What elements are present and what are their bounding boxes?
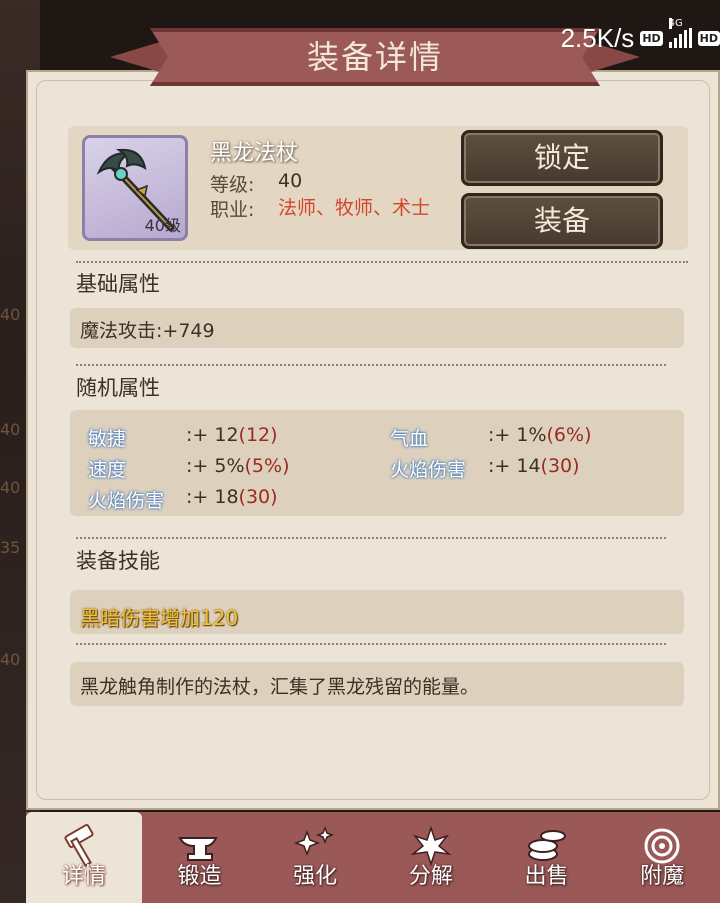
tab-label: 锻造 <box>177 864 222 889</box>
tab-details[interactable]: 详情 <box>26 812 142 903</box>
attr-value: :+ 1%(6%) <box>488 424 592 446</box>
tab-enhance[interactable]: 强化 <box>257 812 373 903</box>
tab-label: 分解 <box>408 864 453 889</box>
level-label: 等级: <box>210 174 255 196</box>
base-attribute-line: 魔法攻击:+749 <box>80 320 215 342</box>
attr-name: 气血 <box>390 428 429 450</box>
tab-label: 附魔 <box>640 864 685 889</box>
attr-value: :+ 12(12) <box>186 424 278 446</box>
item-icon[interactable]: 40级 <box>82 135 188 241</box>
tab-label: 强化 <box>293 864 338 889</box>
class-value: 法师、牧师、术士 <box>278 197 431 219</box>
equip-button[interactable]: 装备 <box>461 193 663 249</box>
item-name: 黑龙法杖 <box>210 141 299 166</box>
status-bar: 2.5K/s HD 4G HD <box>561 18 720 58</box>
divider <box>76 643 666 645</box>
equip-skill-title: 装备技能 <box>76 549 160 573</box>
random-attributes-title: 随机属性 <box>76 376 160 400</box>
hd-badge: HD <box>640 30 663 46</box>
attr-value: :+ 18(30) <box>186 486 278 508</box>
divider <box>76 261 688 263</box>
tab-sell[interactable]: 出售 <box>489 812 605 903</box>
item-description: 黑龙触角制作的法杖，汇集了黑龙残留的能量。 <box>80 676 480 698</box>
divider <box>76 364 666 366</box>
item-icon-level: 40级 <box>144 216 181 235</box>
tab-label: 出售 <box>524 864 569 889</box>
attr-name: 速度 <box>88 459 127 481</box>
panel-title: 装备详情 <box>306 38 443 76</box>
signal-icon: 4G <box>668 18 692 48</box>
attr-value: :+ 5%(5%) <box>186 455 290 477</box>
tab-label: 详情 <box>61 864 106 889</box>
tab-disassemble[interactable]: 分解 <box>373 812 489 903</box>
attr-name: 火焰伤害 <box>88 490 165 512</box>
level-value: 40 <box>278 170 303 192</box>
base-attributes-title: 基础属性 <box>76 272 160 296</box>
hd-badge-2: HD <box>697 30 720 46</box>
tab-forge[interactable]: 锻造 <box>142 812 258 903</box>
attr-value: :+ 14(30) <box>488 455 580 477</box>
tab-enchant[interactable]: 附魔 <box>604 812 720 903</box>
attr-name: 火焰伤害 <box>390 459 467 481</box>
attr-name: 敏捷 <box>88 428 127 450</box>
equip-skill-text: 黑暗伤害增加120 <box>80 606 239 630</box>
class-label: 职业: <box>210 199 255 221</box>
bottom-tab-bar: 详情 锻造 强化 分解 出售 附魔 <box>26 812 720 903</box>
divider <box>76 537 666 539</box>
lock-button[interactable]: 锁定 <box>461 130 663 186</box>
network-type: 4G <box>668 18 683 29</box>
network-speed: 2.5K/s <box>560 22 635 53</box>
